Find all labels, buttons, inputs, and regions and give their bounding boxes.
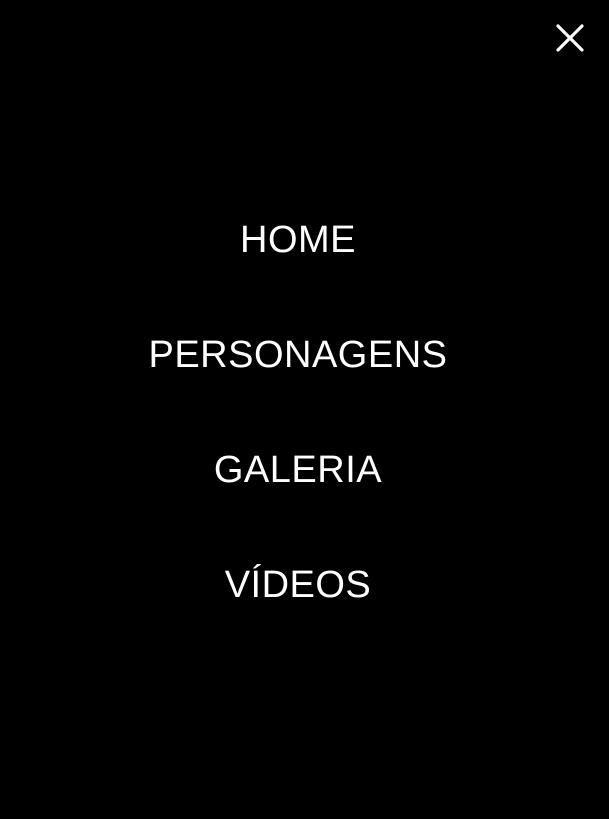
nav-link-videos[interactable]: VÍDEOS: [225, 564, 372, 606]
nav-item-home: HOME: [0, 215, 596, 265]
close-icon: [556, 24, 584, 52]
mobile-nav-overlay: HOME PERSONAGENS GALERIA VÍDEOS: [0, 0, 609, 819]
close-button[interactable]: [552, 20, 588, 56]
nav-link-home[interactable]: HOME: [240, 219, 356, 261]
nav-link-galeria[interactable]: GALERIA: [214, 449, 382, 491]
nav-item-videos: VÍDEOS: [0, 560, 596, 610]
nav-item-personagens: PERSONAGENS: [0, 330, 596, 380]
nav-link-personagens[interactable]: PERSONAGENS: [148, 334, 447, 376]
nav-item-galeria: GALERIA: [0, 445, 596, 495]
